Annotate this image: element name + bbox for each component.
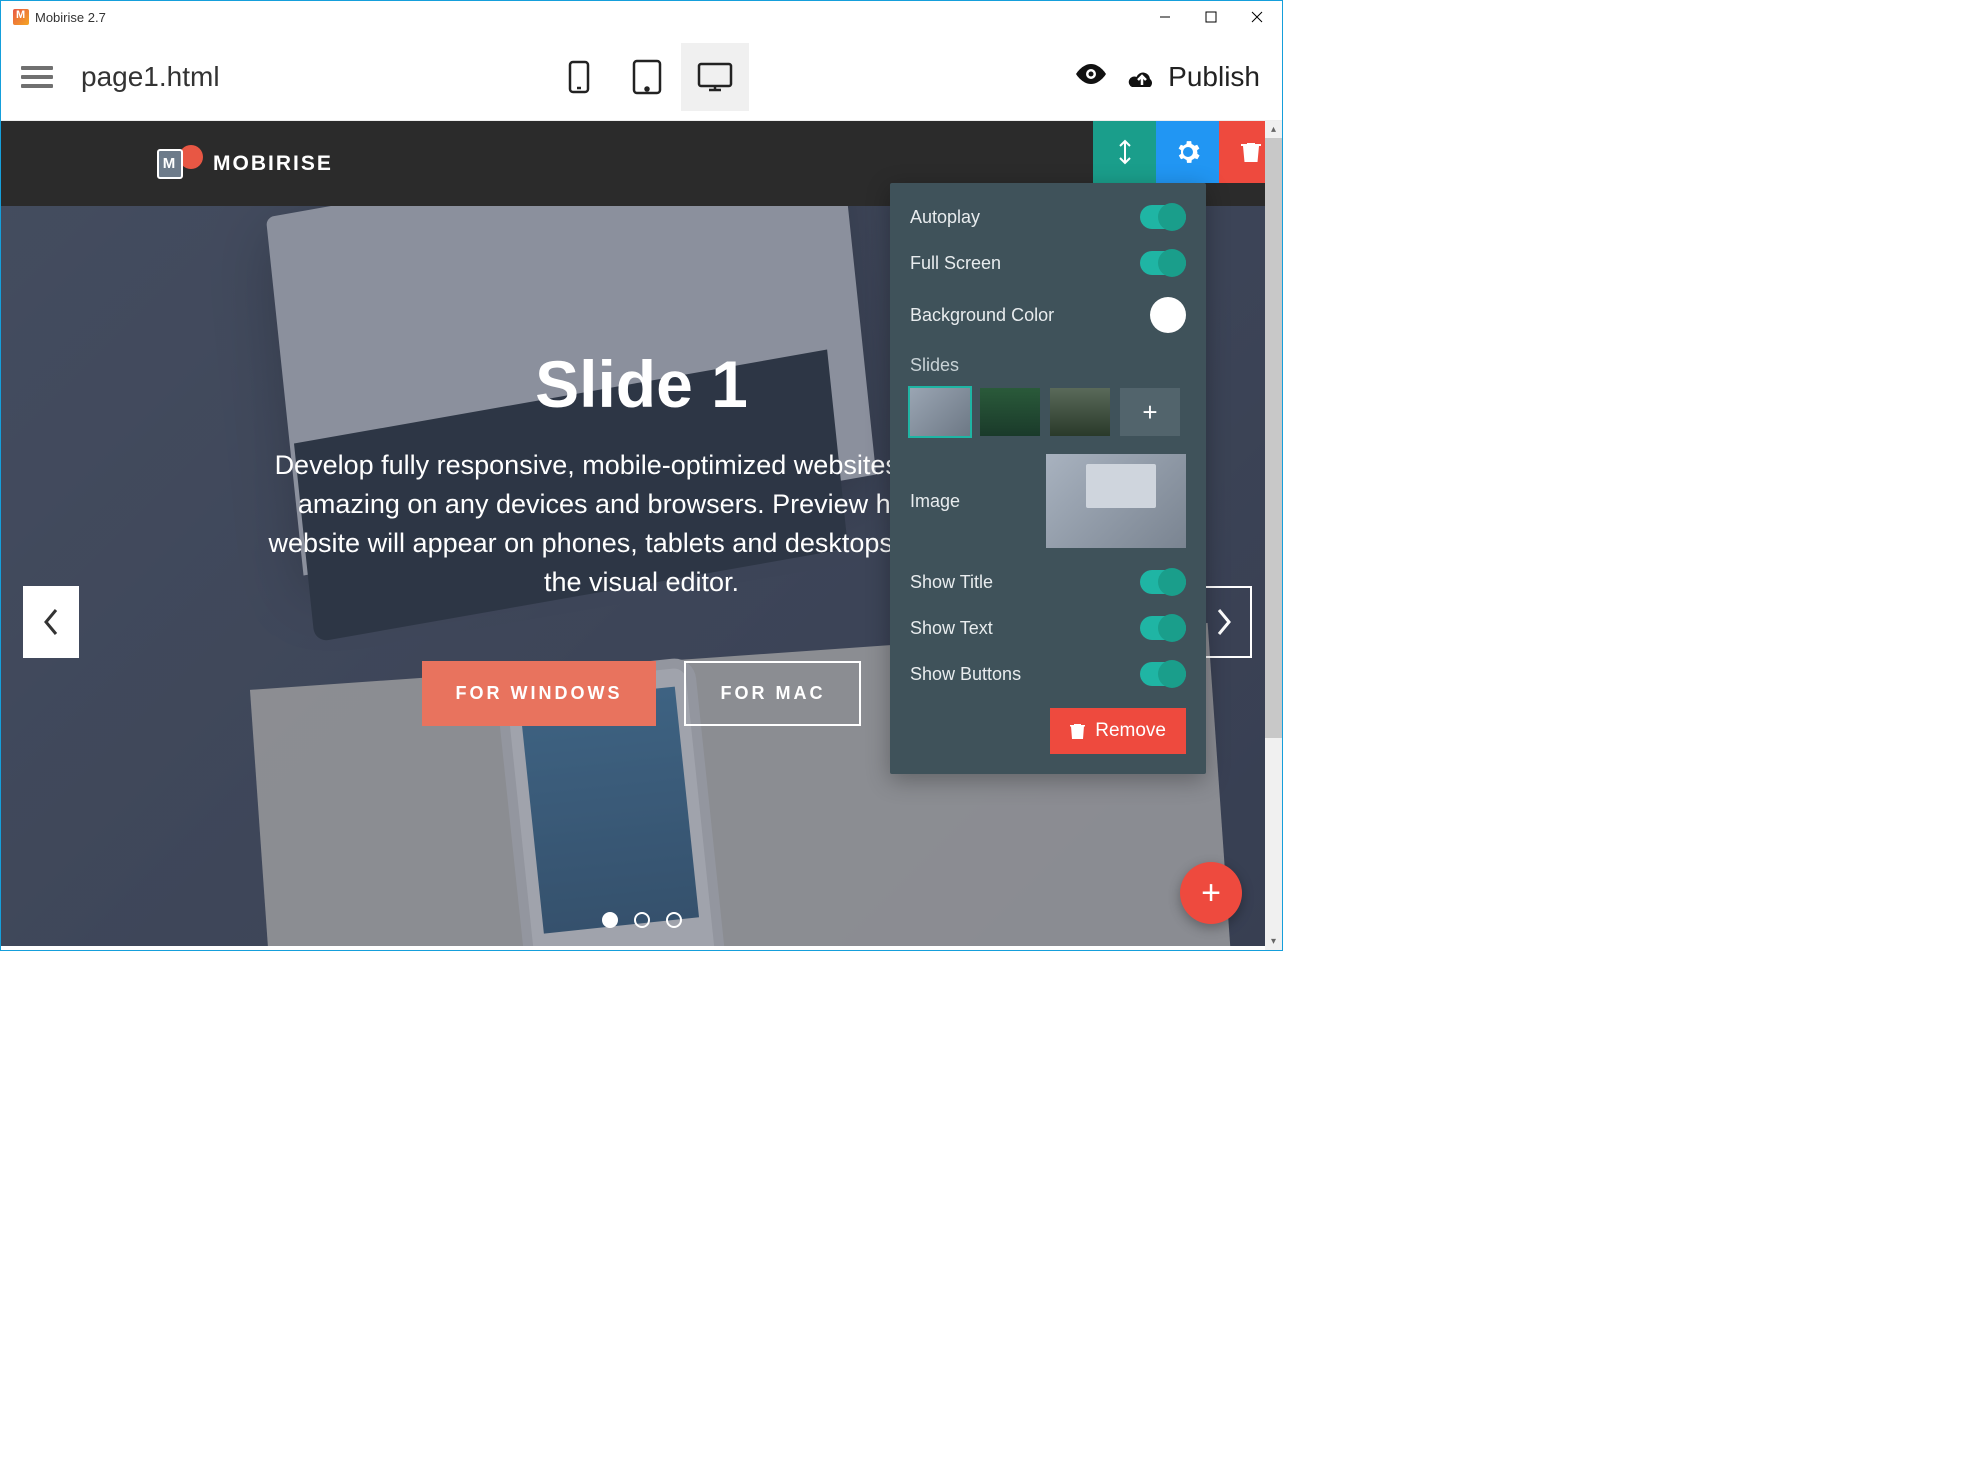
- show-text-label: Show Text: [910, 618, 993, 639]
- minimize-button[interactable]: [1142, 2, 1188, 32]
- app-toolbar: page1.html Publish: [1, 33, 1282, 121]
- show-buttons-label: Show Buttons: [910, 664, 1021, 685]
- device-desktop-button[interactable]: [681, 43, 749, 111]
- close-button[interactable]: [1234, 2, 1280, 32]
- slide-thumb-1[interactable]: [910, 388, 970, 436]
- slides-heading: Slides: [910, 355, 1186, 376]
- autoplay-label: Autoplay: [910, 207, 980, 228]
- block-settings-button[interactable]: [1156, 121, 1219, 183]
- carousel-dots: [1, 912, 1282, 928]
- remove-slide-button[interactable]: Remove: [1050, 708, 1186, 754]
- slide-thumb-2[interactable]: [980, 388, 1040, 436]
- scroll-thumb[interactable]: [1265, 138, 1282, 738]
- trash-icon: [1241, 140, 1261, 164]
- trash-icon: [1070, 722, 1085, 740]
- menu-icon[interactable]: [21, 61, 53, 93]
- device-tablet-button[interactable]: [613, 43, 681, 111]
- publish-label: Publish: [1168, 61, 1260, 93]
- bgcolor-label: Background Color: [910, 305, 1054, 326]
- gear-icon: [1175, 139, 1201, 165]
- fullscreen-label: Full Screen: [910, 253, 1001, 274]
- app-icon: [13, 9, 29, 25]
- chevron-left-icon: [42, 608, 60, 636]
- carousel-dot-1[interactable]: [602, 912, 618, 928]
- slide-thumb-3[interactable]: [1050, 388, 1110, 436]
- cloud-upload-icon: [1126, 65, 1158, 89]
- chevron-right-icon: [1215, 608, 1233, 636]
- for-windows-button[interactable]: FOR WINDOWS: [422, 661, 657, 726]
- maximize-button[interactable]: [1188, 2, 1234, 32]
- publish-button[interactable]: Publish: [1126, 61, 1274, 93]
- block-move-button[interactable]: [1093, 121, 1156, 183]
- carousel-dot-3[interactable]: [666, 912, 682, 928]
- show-title-label: Show Title: [910, 572, 993, 593]
- brand-logo-icon: M: [151, 141, 197, 187]
- add-slide-button[interactable]: +: [1120, 388, 1180, 436]
- brand[interactable]: M MOBIRISE: [151, 141, 333, 187]
- scroll-down-button[interactable]: ▾: [1265, 933, 1282, 950]
- device-phone-button[interactable]: [545, 43, 613, 111]
- plus-icon: +: [1201, 874, 1221, 913]
- show-title-toggle[interactable]: [1140, 570, 1186, 594]
- bgcolor-swatch[interactable]: [1150, 297, 1186, 333]
- preview-button[interactable]: [1074, 62, 1108, 91]
- window-title: Mobirise 2.7: [35, 10, 106, 25]
- show-buttons-toggle[interactable]: [1140, 662, 1186, 686]
- fullscreen-toggle[interactable]: [1140, 251, 1186, 275]
- add-block-fab[interactable]: +: [1180, 862, 1242, 924]
- carousel-prev-button[interactable]: [23, 586, 79, 658]
- image-preview[interactable]: [1046, 454, 1186, 548]
- show-text-toggle[interactable]: [1140, 616, 1186, 640]
- page-name[interactable]: page1.html: [81, 61, 220, 93]
- block-controls: [1093, 121, 1282, 183]
- block-settings-panel: Autoplay Full Screen Background Color Sl…: [890, 183, 1206, 774]
- autoplay-toggle[interactable]: [1140, 205, 1186, 229]
- window-titlebar: Mobirise 2.7: [1, 1, 1282, 33]
- scroll-up-button[interactable]: ▴: [1265, 121, 1282, 138]
- remove-label: Remove: [1095, 720, 1166, 742]
- vertical-scrollbar[interactable]: ▴ ▾: [1265, 121, 1282, 950]
- for-mac-button[interactable]: FOR MAC: [684, 661, 861, 726]
- carousel-dot-2[interactable]: [634, 912, 650, 928]
- image-label: Image: [910, 491, 960, 512]
- brand-text: MOBIRISE: [213, 152, 333, 176]
